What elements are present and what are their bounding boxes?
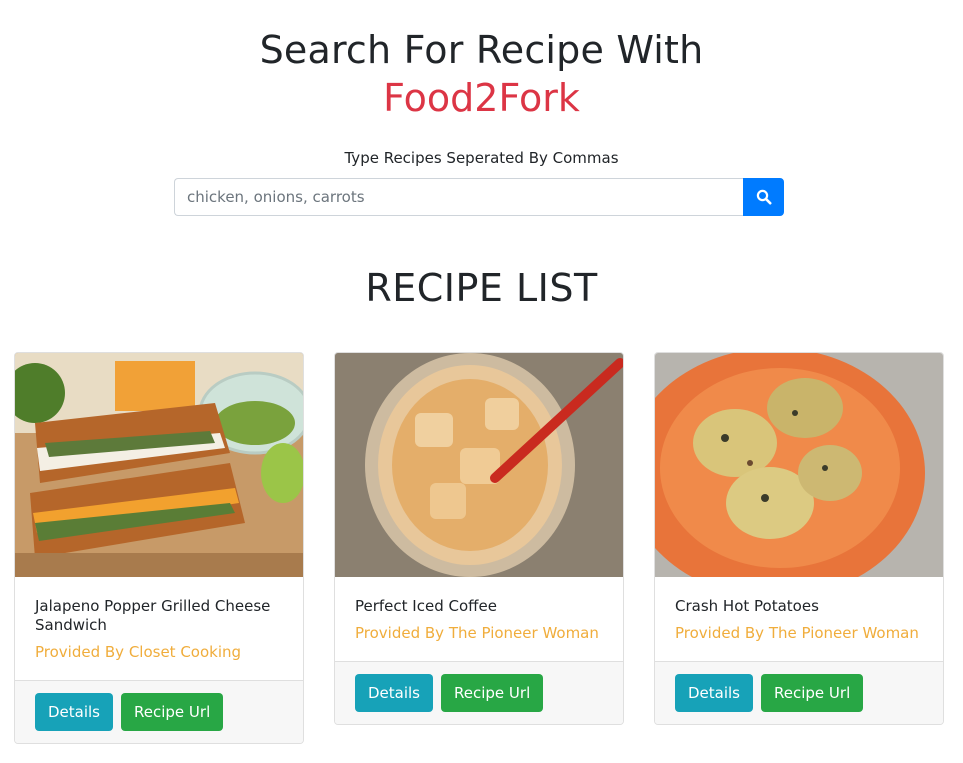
recipe-image[interactable] xyxy=(655,353,943,577)
brand-name: Food2Fork xyxy=(383,76,580,120)
recipe-url-button[interactable]: Recipe Url xyxy=(121,693,224,731)
recipe-card: Jalapeno Popper Grilled Cheese Sandwich … xyxy=(14,352,304,744)
page-title: Search For Recipe With xyxy=(259,28,704,72)
search-input[interactable] xyxy=(174,178,743,216)
recipe-card: Crash Hot Potatoes Provided By The Pione… xyxy=(654,352,944,725)
recipe-title: Perfect Iced Coffee xyxy=(355,597,497,615)
details-button[interactable]: Details xyxy=(675,674,754,712)
recipe-url-button[interactable]: Recipe Url xyxy=(441,674,544,712)
search-button[interactable] xyxy=(743,178,784,216)
card-body: Crash Hot Potatoes Provided By The Pione… xyxy=(655,577,943,661)
recipe-list-title: RECIPE LIST xyxy=(365,266,598,310)
search-label: Type Recipes Seperated By Commas xyxy=(344,149,619,167)
recipe-publisher: Provided By The Pioneer Woman xyxy=(355,624,599,642)
search-group xyxy=(174,178,784,216)
details-button[interactable]: Details xyxy=(35,693,114,731)
recipe-title: Crash Hot Potatoes xyxy=(675,597,819,615)
card-footer: Details Recipe Url xyxy=(335,661,623,724)
card-footer: Details Recipe Url xyxy=(15,680,303,743)
card-body: Perfect Iced Coffee Provided By The Pion… xyxy=(335,577,623,661)
recipe-image[interactable] xyxy=(335,353,623,577)
recipe-url-button[interactable]: Recipe Url xyxy=(761,674,864,712)
recipe-image[interactable] xyxy=(15,353,303,577)
recipe-publisher: Provided By Closet Cooking xyxy=(35,643,242,661)
card-body: Jalapeno Popper Grilled Cheese Sandwich … xyxy=(15,577,303,680)
card-footer: Details Recipe Url xyxy=(655,661,943,724)
details-button[interactable]: Details xyxy=(355,674,434,712)
recipe-card: Perfect Iced Coffee Provided By The Pion… xyxy=(334,352,624,725)
recipe-title: Jalapeno Popper Grilled Cheese Sandwich xyxy=(35,597,271,634)
recipe-publisher: Provided By The Pioneer Woman xyxy=(675,624,919,642)
search-icon xyxy=(756,189,771,205)
